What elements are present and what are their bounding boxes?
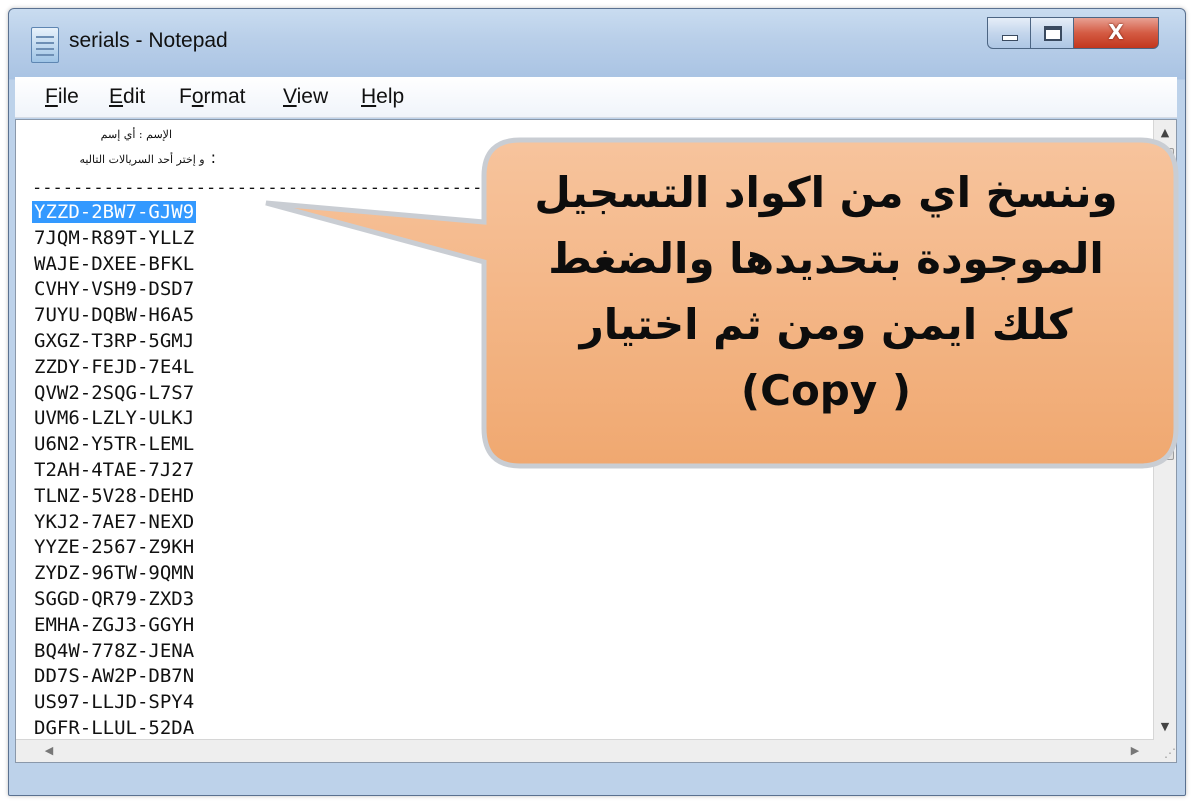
callout-line-4: (Copy ) (740, 366, 912, 415)
serial-text: YYZE-2567-Z9KH (34, 536, 195, 559)
serial-text: DD7S-AW2P-DB7N (34, 665, 195, 688)
callout-text: وننسخ اي من اكواد التسجيل الموجودة بتحدي… (488, 160, 1164, 460)
serial-list: YZZD-2BW7-GJW9 7JQM-R89T-YLLZ WAJE-DXEE-BF… (32, 200, 197, 742)
serial-text: ZZDY-FEJD-7E4L (34, 355, 195, 378)
menu-edit[interactable]: Edit (109, 85, 145, 109)
menu-help[interactable]: Help (361, 85, 404, 109)
serial-text: QVW2-2SQG-L7S7 (34, 381, 195, 404)
separator-line: ----------------------------------------… (32, 178, 503, 198)
scroll-up-icon[interactable]: ▲ (1154, 122, 1176, 144)
serial-line: YKJ2-7AE7-NEXD (34, 510, 196, 536)
callout-line-3: كلك ايمن ومن ثم اختيار (579, 300, 1073, 349)
menu-view-label: iew (296, 85, 329, 108)
close-button[interactable]: X (1073, 17, 1159, 49)
serial-text: ZYDZ-96TW-9QMN (34, 562, 195, 585)
resize-grip-icon[interactable]: ⋰ (1154, 740, 1176, 762)
serial-text: 7JQM-R89T-YLLZ (34, 226, 195, 249)
serial-text: TLNZ-5V28-DEHD (34, 484, 195, 507)
serial-line: UVM6-LZLY-ULKJ (34, 406, 196, 432)
maximize-icon (1044, 26, 1062, 41)
serial-line: ZYDZ-96TW-9QMN (34, 561, 196, 587)
serial-line: 7UYU-DQBW-H6A5 (34, 303, 196, 329)
hint-colon: : (210, 148, 216, 167)
serial-line: US97-LLJD-SPY4 (34, 690, 196, 716)
menu-file-label: ile (57, 85, 79, 108)
notepad-icon (31, 27, 59, 63)
serial-text: US97-LLJD-SPY4 (34, 691, 195, 714)
serial-line: DD7S-AW2P-DB7N (34, 664, 196, 690)
menu-format-mnemonic: o (191, 85, 204, 108)
serial-line: WAJE-DXEE-BFKL (34, 252, 196, 278)
menu-view[interactable]: View (283, 85, 328, 109)
menu-help-label: elp (376, 85, 405, 108)
menu-file-mnemonic: F (45, 85, 58, 108)
serial-text: 7UYU-DQBW-H6A5 (34, 304, 195, 327)
serial-line: DGFR-LLUL-52DA (34, 716, 196, 742)
serial-line: SGGD-QR79-ZXD3 (34, 587, 196, 613)
serial-text: EMHA-ZGJ3-GGYH (34, 613, 195, 636)
minimize-icon (1002, 35, 1018, 41)
serial-line: ZZDY-FEJD-7E4L (34, 355, 196, 381)
serial-text: WAJE-DXEE-BFKL (34, 252, 195, 275)
serial-text: T2AH-4TAE-7J27 (34, 458, 195, 481)
minimize-button[interactable] (987, 17, 1031, 49)
hint-line-choose: : و إختر أحد السريالات التاليه (26, 148, 216, 167)
serial-text: YZZD-2BW7-GJW9 (32, 201, 197, 223)
menu-edit-mnemonic: E (109, 85, 124, 108)
maximize-button[interactable] (1030, 17, 1074, 49)
hint-line-choose-text: و إختر أحد السريالات التاليه (79, 153, 205, 166)
hint-line-name: الإسم : أي إسم (100, 128, 172, 141)
serial-line: EMHA-ZGJ3-GGYH (34, 613, 196, 639)
close-icon: X (1108, 20, 1124, 44)
scroll-down-icon[interactable]: ▼ (1154, 716, 1176, 738)
menu-file[interactable]: File (45, 85, 79, 109)
serial-line: CVHY-VSH9-DSD7 (34, 277, 196, 303)
serial-line: YYZE-2567-Z9KH (34, 535, 196, 561)
callout-line-2: الموجودة بتحديدها والضغط (548, 234, 1104, 283)
menu-bar: File Edit Format View Help (15, 77, 1177, 118)
menu-edit-label: dit (123, 85, 146, 108)
serial-text: DGFR-LLUL-52DA (34, 716, 195, 739)
window-title: serials - Notepad (69, 29, 228, 52)
title-bar[interactable]: serials - Notepad X (9, 9, 1185, 71)
serial-text: YKJ2-7AE7-NEXD (34, 510, 195, 533)
serial-text: U6N2-Y5TR-LEML (34, 433, 195, 456)
serial-text: GXGZ-T3RP-5GMJ (34, 329, 195, 352)
serial-text: UVM6-LZLY-ULKJ (34, 407, 195, 430)
serial-line: TLNZ-5V28-DEHD (34, 484, 196, 510)
scroll-left-icon[interactable]: ◀ (38, 740, 60, 762)
serial-line: 7JQM-R89T-YLLZ (34, 226, 196, 252)
serial-line: BQ4W-778Z-JENA (34, 639, 196, 665)
callout-line-1: وننسخ اي من اكواد التسجيل (534, 168, 1118, 217)
serial-text: SGGD-QR79-ZXD3 (34, 587, 195, 610)
serial-text: BQ4W-778Z-JENA (34, 639, 195, 662)
menu-format[interactable]: Format (179, 85, 246, 109)
serial-line: YZZD-2BW7-GJW9 (32, 200, 197, 226)
menu-help-mnemonic: H (361, 85, 377, 108)
serial-line: U6N2-Y5TR-LEML (34, 432, 196, 458)
serial-line: QVW2-2SQG-L7S7 (34, 381, 196, 407)
serial-line: GXGZ-T3RP-5GMJ (34, 329, 196, 355)
menu-format-label-end: rmat (203, 85, 246, 108)
menu-format-label-start: F (179, 85, 192, 108)
serial-text: CVHY-VSH9-DSD7 (34, 278, 195, 301)
menu-view-mnemonic: V (283, 85, 297, 108)
serial-line: T2AH-4TAE-7J27 (34, 458, 196, 484)
scroll-right-icon[interactable]: ▶ (1124, 740, 1146, 762)
horizontal-scrollbar[interactable]: ◀ ▶ (16, 739, 1154, 762)
